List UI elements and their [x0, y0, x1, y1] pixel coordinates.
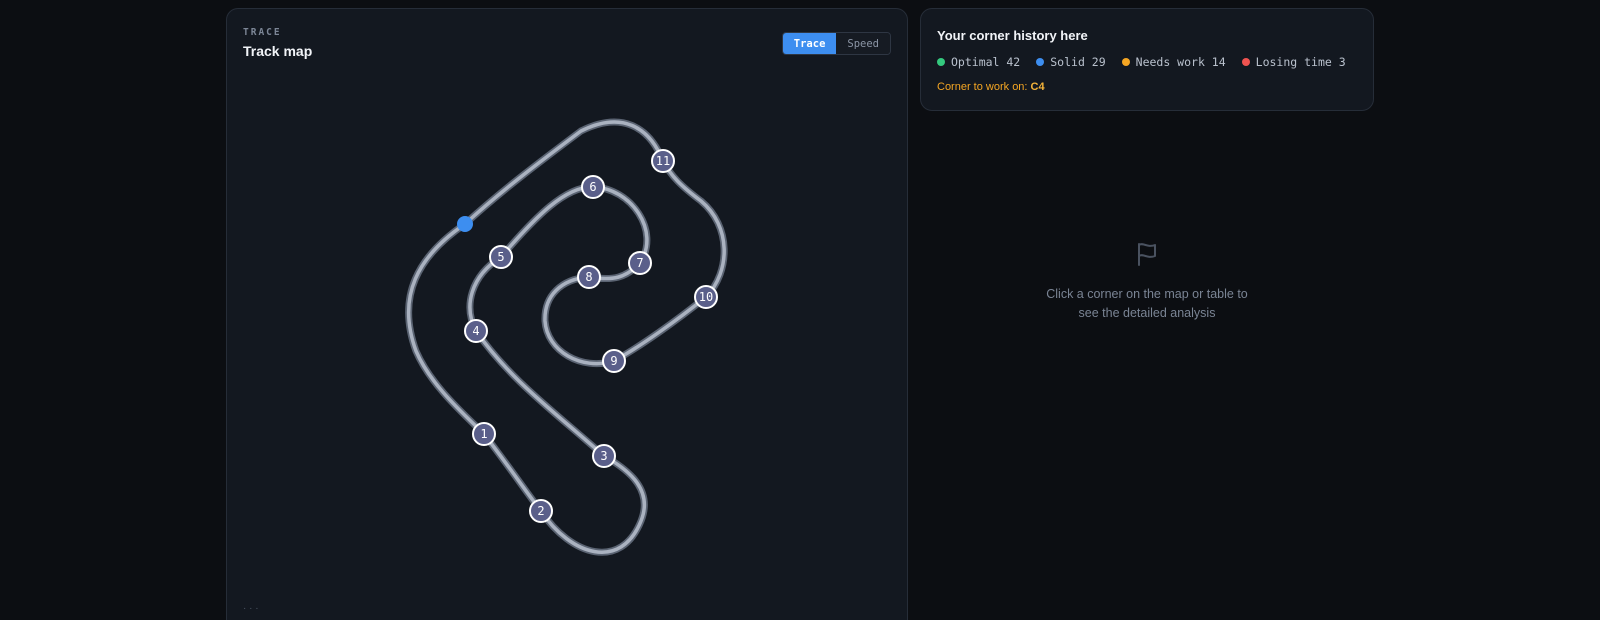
corner-marker-3[interactable]: 3	[592, 444, 616, 468]
corner-marker-1[interactable]: 1	[472, 422, 496, 446]
corner-marker-7[interactable]: 7	[628, 251, 652, 275]
corner-marker-label: 7	[636, 256, 643, 270]
corner-marker-label: 5	[497, 250, 504, 264]
corner-marker-label: 11	[656, 154, 670, 168]
corner-history-panel: Your corner history here Optimal 42 Soli…	[920, 8, 1374, 111]
legend-solid-label: Solid 29	[1050, 55, 1106, 69]
history-legend: Optimal 42 Solid 29 Needs work 14 Losing…	[937, 55, 1346, 69]
corner-marker-8[interactable]: 8	[577, 265, 601, 289]
corner-marker-label: 3	[600, 449, 607, 463]
focus-prefix: Corner to work on:	[937, 81, 1028, 93]
focus-corner-line: Corner to work on: C4	[937, 81, 1045, 93]
legend-needs-work-label: Needs work 14	[1135, 55, 1226, 69]
corner-marker-9[interactable]: 9	[602, 349, 626, 373]
legend-optimal: Optimal 42	[937, 55, 1020, 69]
legend-losing-time-label: Losing time 3	[1255, 55, 1346, 69]
flag-icon	[1138, 243, 1156, 266]
corner-marker-4[interactable]: 4	[464, 319, 488, 343]
corner-marker-label: 10	[699, 290, 713, 304]
empty-line-2: see the detailed analysis	[1078, 306, 1216, 320]
needs-work-dot-icon	[1121, 58, 1130, 66]
corner-marker-label: 2	[537, 504, 544, 518]
legend-losing-time: Losing time 3	[1241, 55, 1346, 69]
corner-marker-label: 4	[472, 324, 479, 338]
corner-marker-label: 6	[589, 180, 596, 194]
car-position-dot	[457, 216, 473, 232]
legend-needs-work: Needs work 14	[1121, 55, 1226, 69]
empty-state-text: Click a corner on the map or table to se…	[920, 285, 1374, 323]
footer-hint: · · ·	[243, 603, 259, 614]
solid-dot-icon	[1036, 58, 1045, 66]
history-title: Your corner history here	[937, 28, 1088, 43]
corner-markers: 1 2 3 4 5 6 7 8 9 10 11	[464, 149, 718, 523]
legend-optimal-label: Optimal 42	[951, 55, 1021, 69]
track-line	[406, 120, 726, 554]
corner-marker-10[interactable]: 10	[694, 285, 718, 309]
corner-marker-11[interactable]: 11	[651, 149, 675, 173]
corner-marker-5[interactable]: 5	[489, 245, 513, 269]
empty-state: Click a corner on the map or table to se…	[920, 240, 1374, 323]
track-outline	[405, 118, 728, 556]
corner-marker-label: 8	[585, 270, 592, 284]
focus-corner-link[interactable]: C4	[1031, 81, 1045, 93]
optimal-dot-icon	[937, 58, 945, 66]
trace-panel: TRACE Track map Trace Speed 1 2 3 4 5 6 7 8 9 10 1…	[226, 8, 908, 620]
legend-solid: Solid 29	[1036, 55, 1106, 69]
empty-line-1: Click a corner on the map or table to	[1046, 287, 1248, 301]
corner-marker-6[interactable]: 6	[581, 175, 605, 199]
track-map[interactable]: 1 2 3 4 5 6 7 8 9 10 11	[227, 9, 909, 620]
corner-marker-label: 9	[610, 354, 617, 368]
corner-marker-label: 1	[480, 427, 487, 441]
corner-marker-2[interactable]: 2	[529, 499, 553, 523]
losing-time-dot-icon	[1241, 58, 1250, 66]
